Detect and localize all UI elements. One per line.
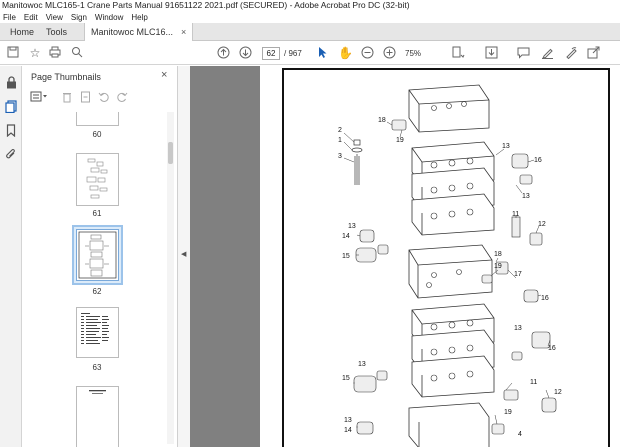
share-icon[interactable] <box>586 46 600 60</box>
lock-icon[interactable] <box>4 76 18 90</box>
thumbnail-page-64[interactable] <box>76 386 119 447</box>
download-icon[interactable] <box>484 46 498 60</box>
callout-label: 16 <box>541 295 549 302</box>
save-icon[interactable] <box>6 46 20 60</box>
callout-label: 13 <box>514 325 522 332</box>
thumbnail-options-icon[interactable] <box>30 91 48 105</box>
callout-label: 13 <box>358 361 366 368</box>
panel-close-icon[interactable]: × <box>161 69 167 81</box>
callout-label: 18 <box>494 251 502 258</box>
callout-label: 1 <box>338 137 342 144</box>
callout-label: 19 <box>504 409 512 416</box>
tab-home[interactable]: Home <box>4 23 40 41</box>
zoom-level[interactable]: 75% <box>405 47 435 60</box>
page-total: / 967 <box>284 49 302 58</box>
callout-label: 15 <box>342 375 350 382</box>
panel-title: Page Thumbnails <box>31 72 101 82</box>
tab-document[interactable]: Manitowoc MLC16... × <box>84 23 194 42</box>
callout-label: 13 <box>348 223 356 230</box>
tab-tools[interactable]: Tools <box>40 23 73 41</box>
tab-document-label: Manitowoc MLC16... <box>91 27 174 37</box>
highlight-pen-icon[interactable] <box>540 46 554 60</box>
document-page: 2 1 3 18 19 13 16 13 13 14 15 11 12 18 1… <box>282 68 610 447</box>
prev-page-icon[interactable] <box>216 46 230 60</box>
next-page-icon[interactable] <box>238 46 252 60</box>
page-thumbnails-icon[interactable] <box>4 100 18 114</box>
page-fit-icon[interactable] <box>451 46 465 60</box>
callout-label: 14 <box>344 427 352 434</box>
select-cursor-icon[interactable] <box>316 46 330 60</box>
callout-label: 15 <box>342 253 350 260</box>
callout-label: 14 <box>342 233 350 240</box>
panel-scrollbar-thumb[interactable] <box>168 142 173 164</box>
thumbnail-page-63[interactable] <box>76 307 119 358</box>
window-title: Manitowoc MLC165-1 Crane Parts Manual 91… <box>2 0 410 10</box>
thumbnail-page-60[interactable] <box>76 112 119 126</box>
callout-label: 12 <box>538 221 546 228</box>
hydraulic-valve-diagram: 2 1 3 18 19 13 16 13 13 14 15 11 12 18 1… <box>338 84 562 447</box>
thumbnails-panel: Page Thumbnails × 60 61 62 63 <box>22 66 178 447</box>
panel-toolbar <box>28 90 172 106</box>
delete-page-icon[interactable] <box>62 91 72 106</box>
panel-collapse-bar[interactable]: ◀ <box>178 66 190 447</box>
callout-label: 16 <box>534 157 542 164</box>
callout-label: 18 <box>378 117 386 124</box>
print-icon[interactable] <box>48 46 62 60</box>
tab-bar: Home Tools Manitowoc MLC16... × <box>0 23 620 42</box>
insert-page-icon[interactable] <box>80 91 91 106</box>
left-nav-strip <box>0 66 22 447</box>
callout-label: 16 <box>548 345 556 352</box>
callout-label: 2 <box>338 127 342 134</box>
fill-sign-icon[interactable] <box>564 46 578 60</box>
rotate-right-icon[interactable] <box>116 91 128 106</box>
tab-close-icon[interactable]: × <box>181 27 186 37</box>
callout-label: 13 <box>522 193 530 200</box>
callout-label: 19 <box>396 137 404 144</box>
zoom-in-icon[interactable] <box>382 46 396 60</box>
callout-label: 11 <box>530 379 537 386</box>
thumbnail-page-62[interactable] <box>76 229 119 281</box>
thumbnail-label-63: 63 <box>92 363 102 372</box>
toolbar: ☆ 62 / 967 ✋ 75% <box>0 41 620 65</box>
bookmark-star-icon[interactable]: ☆ <box>28 46 42 60</box>
zoom-out-icon[interactable] <box>360 46 374 60</box>
callout-label: 19 <box>494 263 502 270</box>
callout-label: 13 <box>344 417 352 424</box>
rotate-left-icon[interactable] <box>98 91 110 106</box>
thumbnail-label-62: 62 <box>92 287 102 296</box>
comment-icon[interactable] <box>516 46 530 60</box>
title-bar: Manitowoc MLC165-1 Crane Parts Manual 91… <box>0 0 620 11</box>
thumbnail-page-61[interactable] <box>76 153 119 206</box>
callout-label: 13 <box>502 143 510 150</box>
bookmarks-icon[interactable] <box>4 124 18 138</box>
search-icon[interactable] <box>70 46 84 60</box>
thumbnail-label-61: 61 <box>92 209 102 218</box>
callout-label: 11 <box>512 211 519 218</box>
callout-label: 3 <box>338 153 342 160</box>
document-viewer[interactable]: 2 1 3 18 19 13 16 13 13 14 15 11 12 18 1… <box>190 66 620 447</box>
menu-bar: File Edit View Sign Window Help <box>0 11 620 23</box>
attachments-icon[interactable] <box>4 148 18 162</box>
page-number-input[interactable]: 62 <box>262 47 280 60</box>
callout-label: 4 <box>518 431 522 438</box>
collapse-arrow-icon[interactable]: ◀ <box>181 250 186 258</box>
hand-tool-icon[interactable]: ✋ <box>338 46 353 60</box>
callout-label: 12 <box>554 389 562 396</box>
thumbnail-label-60: 60 <box>92 130 102 139</box>
callout-label: 17 <box>514 271 522 278</box>
